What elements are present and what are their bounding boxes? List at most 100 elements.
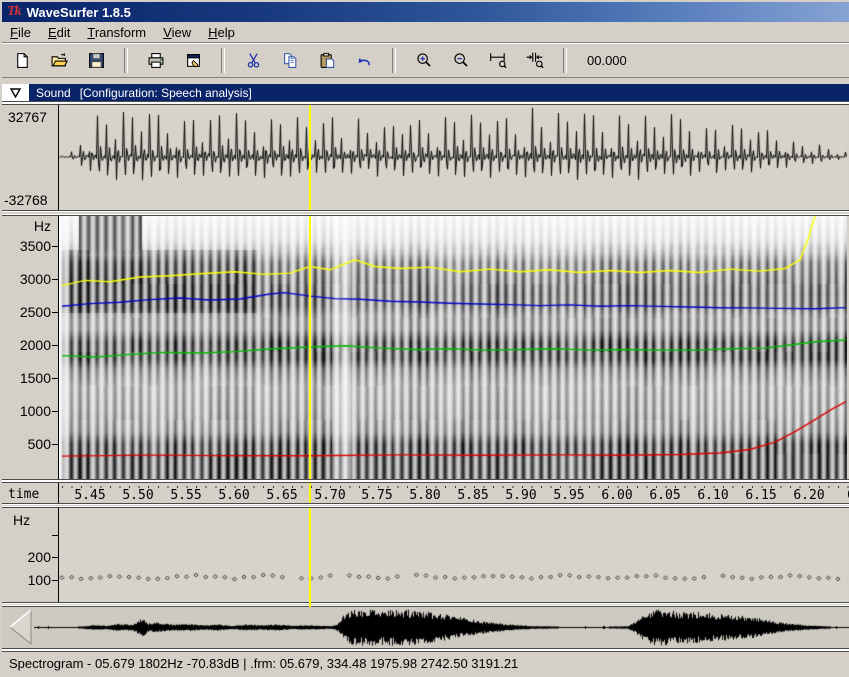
freq-tick: 3000 (0, 272, 58, 286)
toolbar-separator (124, 48, 128, 73)
freq-tick-label: 1500 (0, 371, 58, 385)
menu-bar: File Edit Transform View Help (2, 22, 849, 42)
collapse-triangle-icon (10, 88, 21, 98)
pitch-canvas[interactable] (59, 508, 847, 602)
zoom-in-icon (415, 51, 433, 69)
title-bar[interactable]: Tk WaveSurfer 1.8.5 (2, 2, 849, 22)
playback-cursor-spectrogram (309, 216, 311, 479)
cut-button[interactable] (241, 48, 265, 72)
time-tick-label: 5.45 (74, 488, 105, 503)
time-tick-label: 6.05 (649, 488, 680, 503)
wavesurfer-window: Tk WaveSurfer 1.8.5 File Edit Transform … (0, 0, 849, 677)
pane-collapse-button[interactable] (2, 84, 29, 101)
freq-tick: 500 (0, 437, 58, 451)
toolbar: 00.000 (2, 42, 849, 78)
paste-button[interactable] (315, 48, 339, 72)
freq-tick: 1500 (0, 371, 58, 385)
pitch-plot[interactable] (59, 508, 847, 602)
time-tick-label: 5.90 (505, 488, 536, 503)
status-bar: Spectrogram - 05.679 1802Hz -70.83dB | .… (2, 652, 849, 675)
spectrogram-plot[interactable] (59, 216, 847, 479)
freq-tick: 1000 (0, 404, 58, 418)
menu-item[interactable]: Help (200, 23, 244, 42)
freq-tick-label: 1000 (0, 404, 58, 418)
freq-tick-label: 3500 (0, 239, 58, 253)
print-button[interactable] (144, 48, 168, 72)
pane-configuration: [Configuration: Speech analysis] (80, 86, 252, 100)
time-tick-label: 6.00 (601, 488, 632, 503)
waveform-canvas[interactable] (59, 105, 847, 210)
freq-tick-label: 200 (0, 550, 58, 564)
time-tick-label: 6.15 (745, 488, 776, 503)
undo-arrow-icon (355, 52, 373, 69)
time-tick-label: 5.65 (266, 488, 297, 503)
properties-button[interactable] (181, 48, 205, 72)
undo-button[interactable] (352, 48, 376, 72)
playback-cursor-timeaxis (309, 483, 311, 503)
pane-title-bar[interactable]: Sound [Configuration: Speech analysis] (29, 84, 849, 101)
freq-tick: 200 (0, 550, 58, 564)
window-title: WaveSurfer 1.8.5 (27, 5, 131, 20)
waveform-plot[interactable] (59, 105, 847, 210)
copy-pages-icon (282, 52, 299, 69)
time-tick-label: 5.80 (409, 488, 440, 503)
copy-button[interactable] (278, 48, 302, 72)
freq-tick (0, 528, 58, 542)
new-file-icon (14, 52, 31, 69)
time-tick-label: 5.50 (122, 488, 153, 503)
zoom-in-button[interactable] (412, 48, 436, 72)
freq-tick-label: 100 (0, 573, 58, 587)
freq-tick: 3500 (0, 239, 58, 253)
zoom-out-icon (452, 51, 470, 69)
printer-icon (147, 52, 165, 69)
time-tick-label: 6.20 (793, 488, 824, 503)
spectrogram-freq-axis: 3500 3000 2500 2000 1500 (0, 216, 58, 479)
time-tick-label: 5.95 (553, 488, 584, 503)
overview-scrollbar[interactable] (2, 607, 849, 648)
clipboard-paste-icon (319, 52, 336, 69)
time-axis[interactable]: time 5.45 5.50 5.55 5.60 5.65 5.70 5.75 … (2, 483, 849, 503)
time-axis-line (58, 483, 59, 503)
open-folder-icon (50, 52, 68, 69)
time-tick-label: 5.85 (457, 488, 488, 503)
menu-item[interactable]: Transform (79, 23, 155, 42)
zoom-selection-icon (489, 51, 507, 69)
waveform-ymin-label: -32768 (4, 192, 48, 208)
zoom-all-button[interactable] (523, 48, 547, 72)
freq-tick: 2500 (0, 305, 58, 319)
time-tick-label: 5.55 (170, 488, 201, 503)
app-icon: Tk (7, 4, 21, 20)
save-floppy-icon (88, 52, 105, 69)
time-tick-label: 6.10 (697, 488, 728, 503)
freq-tick-label: 2500 (0, 305, 58, 319)
menu-item[interactable]: File (2, 23, 40, 42)
time-axis-title: time (8, 487, 39, 502)
sound-pane-header: Sound [Configuration: Speech analysis] (2, 84, 849, 101)
waveform-ymax-label: 32767 (8, 109, 47, 125)
scissors-icon (245, 52, 262, 69)
time-tick-label: 5.70 (314, 488, 345, 503)
menu-item[interactable]: View (155, 23, 200, 42)
playback-cursor-waveform (309, 105, 311, 210)
zoom-selection-button[interactable] (486, 48, 510, 72)
time-tick-label: 5.75 (361, 488, 392, 503)
zoom-out-button[interactable] (449, 48, 473, 72)
new-file-button[interactable] (10, 48, 34, 72)
playback-cursor-pitch (309, 508, 311, 607)
freq-tick: 2000 (0, 338, 58, 352)
toolbar-separator (563, 48, 567, 73)
time-tick-label: 5.60 (218, 488, 249, 503)
open-file-button[interactable] (47, 48, 71, 72)
spectrogram-canvas[interactable] (59, 216, 847, 479)
overview-waveform-canvas[interactable] (34, 608, 849, 648)
zoom-all-icon (526, 51, 544, 69)
freq-tick-label: 3000 (0, 272, 58, 286)
freq-tick-label: 2000 (0, 338, 58, 352)
pitch-freq-axis: 200 100 (0, 508, 58, 602)
freq-tick-label: 500 (0, 437, 58, 451)
time-position-display[interactable]: 00.000 (587, 53, 627, 68)
freq-tick: 100 (0, 573, 58, 587)
scroll-left-arrow[interactable] (7, 609, 33, 645)
save-file-button[interactable] (84, 48, 108, 72)
menu-item[interactable]: Edit (40, 23, 79, 42)
